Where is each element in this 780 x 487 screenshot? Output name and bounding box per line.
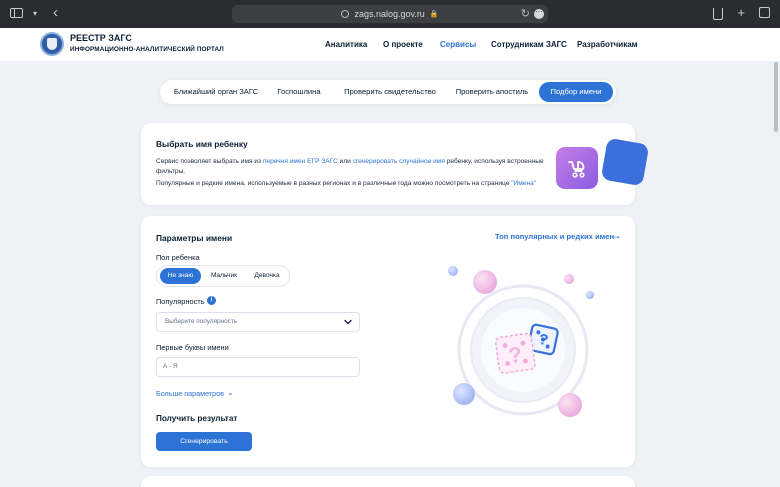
gender-option-unknown[interactable]: Не знаю [160,268,201,284]
fns-emblem-logo[interactable] [40,32,64,56]
gender-option-girl[interactable]: Девочка [247,268,287,284]
dice-illustration: ? ? [448,266,594,417]
browser-toolbar: ▾ ‹ zags.nalog.gov.ru 🔒 ↻ ⋯ + [0,0,780,28]
intro-line-2: фильтры. [156,167,186,175]
baby-stroller-icon [556,147,598,189]
address-url: zags.nalog.gov.ru [354,9,425,19]
sidebar-toggle-icon[interactable] [10,8,23,18]
intro-text-4: Популярные и редкие имена, используемые … [156,180,512,187]
intro-title: Выбрать имя ребенку [156,139,248,149]
reload-icon[interactable]: ↻ [521,7,530,20]
site-header: РЕЕСТР ЗАГС ИНФОРМАЦИОННО-АНАЛИТИЧЕСКИЙ … [0,28,780,61]
globe-icon [341,10,350,18]
decor-tile [600,137,650,187]
brand-subtitle: ИНФОРМАЦИОННО-АНАЛИТИЧЕСКИЙ ПОРТАЛ [70,46,224,53]
first-letters-input[interactable]: А - Я [156,357,360,377]
info-icon[interactable]: i [207,296,216,305]
gender-label: Пол ребенка [156,253,200,262]
result-title: Получить результат [156,414,238,423]
first-letters-value: А - Я [163,363,178,370]
generate-button[interactable]: Сгенерировать [156,432,252,451]
popularity-label: Популярность [156,297,205,306]
address-bar[interactable]: zags.nalog.gov.ru 🔒 ↻ ⋯ [232,5,548,23]
tab-name-selection[interactable]: Подбор имени [539,82,613,102]
intro-text-1: Сервис позволяет выбрать имя из [156,158,263,165]
tab-nearest-zags[interactable]: Ближайший орган ЗАГС [170,80,262,104]
generate-random-name-link[interactable]: сгенерировать случайное имя [353,158,445,165]
popularity-select[interactable]: Выберите популярность [156,312,360,332]
nav-services[interactable]: Сервисы [440,40,476,49]
params-title: Параметры имени [156,233,233,243]
more-icon[interactable]: ⋯ [534,9,544,19]
nav-about[interactable]: О проекте [383,40,423,49]
brand-title[interactable]: РЕЕСТР ЗАГС [70,33,132,43]
nav-zags-staff[interactable]: Сотрудникам ЗАГС [491,40,567,49]
names-page-link[interactable]: "Имена" [511,180,536,187]
intro-line-1: Сервис позволяет выбрать имя из перечня … [156,157,544,167]
tab-check-certificate[interactable]: Проверить свидетельство [338,80,442,104]
service-tabs: Ближайший орган ЗАГС Госпошлина Проверит… [160,80,616,104]
gender-segmented-control: Не знаю Мальчик Девочка [156,265,290,287]
arrow-right-icon[interactable]: → [610,228,622,242]
lock-icon: 🔒 [429,11,439,18]
tab-state-fee[interactable]: Госпошлина [272,80,326,104]
more-parameters-link[interactable]: Больше параметров [156,389,224,398]
first-letters-label: Первые буквы имени [156,343,229,352]
intro-text-3: ребенку, используя встроенные [444,158,544,165]
tab-check-apostille[interactable]: Проверить апостиль [452,80,532,104]
nav-developers[interactable]: Разработчикам [577,40,638,49]
back-arrow-icon[interactable]: ‹ [53,5,58,20]
popularity-placeholder: Выберите популярность [165,318,238,325]
bottom-card [141,476,635,487]
new-tab-icon[interactable]: + [737,5,745,20]
intro-text-2: или [337,158,353,165]
name-parameters-card: Параметры имени Топ популярных и редких … [141,216,635,467]
top-names-link[interactable]: Топ популярных и редких имен [495,232,614,241]
share-icon[interactable] [713,8,724,20]
chevron-down-icon [344,319,352,325]
page-scrollbar[interactable] [774,62,778,132]
chevron-down-icon[interactable]: ▾ [33,9,37,18]
intro-line-3: Популярные и редкие имена, используемые … [156,179,536,189]
intro-card: Выбрать имя ребенку Сервис позволяет выб… [141,123,650,205]
chevron-down-icon[interactable]: ⌄ [227,388,234,397]
egr-names-link[interactable]: перечня имен ЕГР ЗАГС [263,158,338,165]
gender-option-boy[interactable]: Мальчик [203,268,245,284]
tabs-overview-icon[interactable] [759,7,770,18]
nav-analytics[interactable]: Аналитика [325,40,367,49]
